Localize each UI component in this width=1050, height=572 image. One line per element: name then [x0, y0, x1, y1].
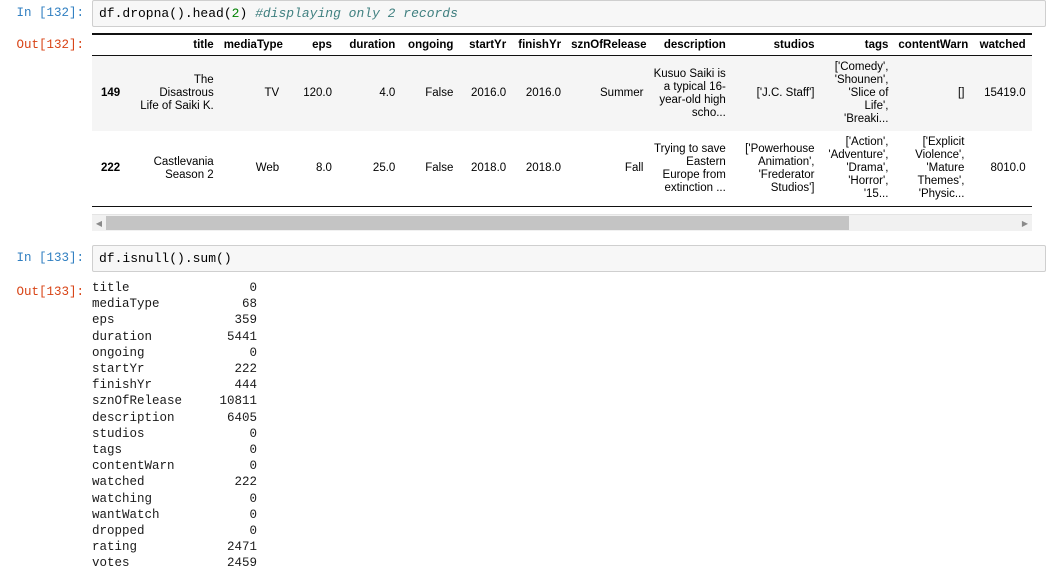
cell-duration: 4.0 — [337, 56, 400, 132]
cell-startyr: 2016.0 — [458, 56, 511, 132]
column-header-tags: tags — [820, 34, 894, 56]
cell-watched: 8010.0 — [969, 131, 1030, 207]
cell-title: The Disastrous Life of Saiki K. — [134, 56, 218, 132]
output-prompt-132: Out[132]: — [0, 33, 92, 54]
cell-sznofrelease: Fall — [566, 131, 648, 207]
notebook-cell-133-input: In [133]: df.isnull().sum() — [0, 245, 1050, 272]
column-header-title: title — [134, 34, 218, 56]
column-header-finishyr: finishYr — [511, 34, 566, 56]
cell-tags: ['Action', 'Adventure', 'Drama', 'Horror… — [820, 131, 894, 207]
cell-studios: ['J.C. Staff'] — [731, 56, 820, 132]
notebook-cell-132-input: In [132]: df.dropna().head(2) #displayin… — [0, 0, 1050, 27]
table-row: 222 Castlevania Season 2 Web 8.0 25.0 Fa… — [92, 131, 1032, 207]
cell-contentwarn: [] — [893, 56, 969, 132]
cell-eps: 120.0 — [284, 56, 337, 132]
notebook-cell-132-output: Out[132]: title mediaType — [0, 33, 1050, 231]
column-header-watched: watched — [969, 34, 1030, 56]
notebook-cell-133-output: Out[133]: title 0 mediaType 68 eps 359 d… — [0, 280, 1050, 572]
dataframe-horizontal-scrollbar[interactable]: ◀ ▶ — [92, 214, 1032, 231]
cell-mediatype: TV — [219, 56, 284, 132]
notebook-container: In [132]: df.dropna().head(2) #displayin… — [0, 0, 1050, 572]
cell-contentwarn: ['Explicit Violence', 'Mature Themes', '… — [893, 131, 969, 207]
input-prompt-132: In [132]: — [0, 0, 92, 22]
dataframe-output-area: title mediaType eps duration ongoing sta… — [92, 33, 1050, 231]
code-input-area-132[interactable]: df.dropna().head(2) #displaying only 2 r… — [92, 0, 1050, 27]
code-comment: #displaying only 2 records — [255, 6, 458, 21]
series-output-area: title 0 mediaType 68 eps 359 duration 54… — [92, 280, 1050, 572]
cell-sznofrelease: Summer — [566, 56, 648, 132]
code-space — [247, 6, 255, 21]
cell-watched: 15419.0 — [969, 56, 1030, 132]
table-row: 149 The Disastrous Life of Saiki K. TV 1… — [92, 56, 1032, 132]
cell-description: Trying to save Eastern Europe from extin… — [648, 131, 730, 207]
dataframe-header: title mediaType eps duration ongoing sta… — [92, 34, 1032, 56]
cell-ongoing: False — [400, 131, 458, 207]
output-prompt-133: Out[133]: — [0, 280, 92, 301]
scrollbar-track[interactable] — [106, 215, 1018, 231]
cell-duration: 25.0 — [337, 131, 400, 207]
cell-title: Castlevania Season 2 — [134, 131, 218, 207]
code-text-main: df.dropna().head( — [99, 6, 232, 21]
column-header-watching: watching — [1031, 34, 1032, 56]
cell-finishyr: 2016.0 — [511, 56, 566, 132]
cell-eps: 8.0 — [284, 131, 337, 207]
cell-watching: 2694 — [1031, 56, 1032, 132]
null-counts-output: title 0 mediaType 68 eps 359 duration 54… — [92, 280, 1046, 572]
column-header-startyr: startYr — [458, 34, 511, 56]
code-editor-132[interactable]: df.dropna().head(2) #displaying only 2 r… — [92, 0, 1046, 27]
column-header-sznofrelease: sznOfRelease — [566, 34, 648, 56]
cell-description: Kusuo Saiki is a typical 16-year-old hig… — [648, 56, 730, 132]
column-header-duration: duration — [337, 34, 400, 56]
column-header-eps: eps — [284, 34, 337, 56]
dataframe-body: 149 The Disastrous Life of Saiki K. TV 1… — [92, 56, 1032, 207]
input-prompt-133: In [133]: — [0, 245, 92, 267]
cell-studios: ['Powerhouse Animation', 'Frederator Stu… — [731, 131, 820, 207]
cell-tags: ['Comedy', 'Shounen', 'Slice of Life', '… — [820, 56, 894, 132]
column-header-index — [92, 34, 134, 56]
scroll-left-arrow-icon[interactable]: ◀ — [92, 215, 106, 231]
column-header-mediatype: mediaType — [219, 34, 284, 56]
cell-startyr: 2018.0 — [458, 131, 511, 207]
code-input-area-133[interactable]: df.isnull().sum() — [92, 245, 1050, 272]
cell-finishyr: 2018.0 — [511, 131, 566, 207]
dataframe-scroll-container[interactable]: title mediaType eps duration ongoing sta… — [92, 33, 1032, 207]
row-index-222: 222 — [92, 131, 134, 207]
cell-watching: 384 — [1031, 131, 1032, 207]
scroll-right-arrow-icon[interactable]: ▶ — [1018, 215, 1032, 231]
dataframe-table: title mediaType eps duration ongoing sta… — [92, 33, 1032, 207]
code-editor-133[interactable]: df.isnull().sum() — [92, 245, 1046, 272]
cell-mediatype: Web — [219, 131, 284, 207]
scrollbar-thumb[interactable] — [106, 216, 849, 230]
column-header-contentwarn: contentWarn — [893, 34, 969, 56]
column-header-ongoing: ongoing — [400, 34, 458, 56]
header-row: title mediaType eps duration ongoing sta… — [92, 34, 1032, 56]
column-header-studios: studios — [731, 34, 820, 56]
cell-ongoing: False — [400, 56, 458, 132]
row-index-149: 149 — [92, 56, 134, 132]
column-header-description: description — [648, 34, 730, 56]
